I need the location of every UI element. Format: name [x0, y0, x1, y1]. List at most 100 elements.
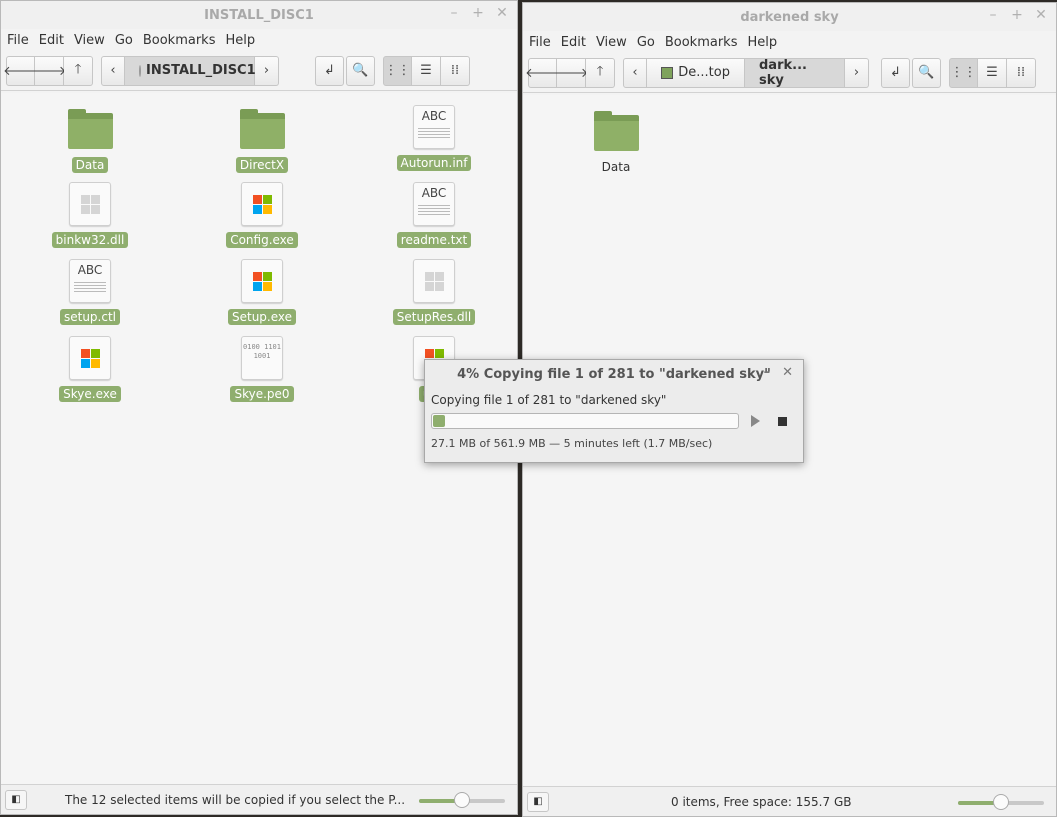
- cancel-icon[interactable]: [778, 416, 787, 426]
- up-button[interactable]: 🡑: [64, 55, 93, 86]
- list-view-icon: ☰: [420, 63, 432, 78]
- arrow-up-icon: 🡑: [596, 63, 604, 79]
- menu-help[interactable]: Help: [747, 35, 783, 50]
- file-name: readme.txt: [396, 232, 472, 248]
- grid-view-icon: ⋮⋮: [384, 63, 411, 78]
- crumb-install-disc[interactable]: INSTALL_DISC1: [125, 55, 256, 86]
- toggle-location-button[interactable]: ↲: [881, 57, 910, 88]
- file-item[interactable]: 0100 1101 1001 Skye.pe0: [207, 336, 317, 402]
- close-icon[interactable]: ✕: [782, 365, 793, 380]
- status-text: The 12 selected items will be copied if …: [65, 792, 406, 807]
- path-scroll-right-button[interactable]: ›: [845, 57, 869, 88]
- search-icon: 🔍: [918, 65, 935, 80]
- breadcrumb: ‹ De...top dark... sky ›: [623, 57, 869, 88]
- arrow-up-icon: 🡑: [74, 61, 82, 77]
- statusbar: ◧ 0 items, Free space: 155.7 GB: [523, 786, 1056, 816]
- toolbar: 🡐 🡒 🡑 ‹ INSTALL_DISC1 › ↲ 🔍 ⋮⋮ ☰ ⁞⁞: [1, 51, 517, 91]
- dialog-title: 4% Copying file 1 of 281 to "darkened sk…: [457, 366, 771, 382]
- file-item[interactable]: Skye.exe: [35, 336, 145, 402]
- file-item[interactable]: ABC readme.txt: [379, 182, 489, 248]
- toggle-sidebar-button[interactable]: ◧: [527, 791, 549, 812]
- titlebar[interactable]: darkened sky – + ✕: [523, 3, 1056, 31]
- path-scroll-left-button[interactable]: ‹: [101, 55, 125, 86]
- text-file-icon: ABC: [69, 259, 111, 303]
- menu-edit[interactable]: Edit: [39, 33, 70, 48]
- menu-view[interactable]: View: [596, 35, 633, 50]
- list-view-button[interactable]: ☰: [412, 55, 441, 86]
- toolbar: 🡐 🡒 🡑 ‹ De...top dark... sky › ↲ 🔍 ⋮⋮ ☰ …: [523, 53, 1056, 93]
- chevron-right-icon: ›: [853, 65, 860, 80]
- zoom-slider[interactable]: [958, 794, 1044, 810]
- compact-view-icon: ⁞⁞: [450, 63, 460, 78]
- menu-bookmarks[interactable]: Bookmarks: [143, 33, 222, 48]
- arrow-right-icon: 🡒: [553, 65, 589, 81]
- menu-view[interactable]: View: [74, 33, 111, 48]
- statusbar: ◧ The 12 selected items will be copied i…: [1, 784, 517, 814]
- optical-disc-icon: [139, 64, 141, 77]
- search-button[interactable]: 🔍: [912, 57, 941, 88]
- file-name: Setup.exe: [227, 309, 297, 325]
- status-text: 0 items, Free space: 155.7 GB: [671, 794, 852, 809]
- copy-progress-bar: [431, 413, 739, 429]
- menu-file[interactable]: File: [529, 35, 557, 50]
- toggle-sidebar-button[interactable]: ◧: [5, 789, 27, 810]
- file-item[interactable]: ABC setup.ctl: [35, 259, 145, 325]
- forward-button[interactable]: 🡒: [32, 55, 66, 86]
- desktop-icon: [661, 66, 674, 79]
- folder-icon: [68, 109, 113, 149]
- zoom-slider-handle[interactable]: [454, 792, 470, 808]
- file-operation-dialog: 4% Copying file 1 of 281 to "darkened sk…: [424, 359, 804, 463]
- close-icon[interactable]: ✕: [1034, 7, 1048, 23]
- menu-file[interactable]: File: [7, 33, 35, 48]
- icon-view-button[interactable]: ⋮⋮: [383, 55, 412, 86]
- forward-button[interactable]: 🡒: [553, 57, 589, 88]
- toggle-location-button[interactable]: ↲: [315, 55, 344, 86]
- zoom-slider[interactable]: [419, 792, 505, 808]
- list-view-button[interactable]: ☰: [978, 57, 1007, 88]
- file-name: Autorun.inf: [396, 155, 472, 171]
- resume-icon[interactable]: [751, 415, 760, 427]
- minimize-icon[interactable]: –: [986, 7, 1000, 23]
- sidebar-icon: ◧: [11, 794, 21, 805]
- compact-view-icon: ⁞⁞: [1016, 65, 1026, 80]
- menu-go[interactable]: Go: [115, 33, 139, 48]
- compact-view-button[interactable]: ⁞⁞: [441, 55, 470, 86]
- crumb-label: INSTALL_DISC1: [146, 63, 256, 78]
- search-button[interactable]: 🔍: [346, 55, 375, 86]
- up-button[interactable]: 🡑: [586, 57, 615, 88]
- minimize-icon[interactable]: –: [447, 5, 461, 21]
- windows-executable-icon: [241, 259, 283, 303]
- file-item[interactable]: ABC Autorun.inf: [379, 105, 489, 171]
- file-name: Data: [601, 160, 631, 174]
- menu-help[interactable]: Help: [225, 33, 261, 48]
- file-item[interactable]: DirectX: [207, 107, 317, 173]
- file-item[interactable]: Setup.exe: [207, 259, 317, 325]
- titlebar[interactable]: INSTALL_DISC1 – + ✕: [1, 1, 517, 29]
- menu-bookmarks[interactable]: Bookmarks: [665, 35, 744, 50]
- file-item[interactable]: Data: [35, 107, 145, 173]
- file-item[interactable]: Config.exe: [207, 182, 317, 248]
- file-name: Skye.pe0: [230, 386, 294, 402]
- crumb-label: De...top: [678, 65, 730, 80]
- menu-edit[interactable]: Edit: [561, 35, 592, 50]
- file-item[interactable]: binkw32.dll: [35, 182, 145, 248]
- minimize-icon[interactable]: –: [764, 365, 771, 380]
- maximize-icon[interactable]: +: [471, 5, 485, 21]
- dialog-titlebar[interactable]: 4% Copying file 1 of 281 to "darkened sk…: [425, 360, 803, 388]
- file-item[interactable]: SetupRes.dll: [379, 259, 489, 325]
- library-file-icon: [69, 182, 111, 226]
- compact-view-button[interactable]: ⁞⁞: [1007, 57, 1036, 88]
- binary-file-icon: 0100 1101 1001: [241, 336, 283, 380]
- menu-go[interactable]: Go: [637, 35, 661, 50]
- windows-executable-icon: [241, 182, 283, 226]
- crumb-desktop[interactable]: De...top: [647, 57, 745, 88]
- path-scroll-left-button[interactable]: ‹: [623, 57, 647, 88]
- breadcrumb: ‹ INSTALL_DISC1 ›: [101, 55, 279, 86]
- maximize-icon[interactable]: +: [1010, 7, 1024, 23]
- icon-view-button[interactable]: ⋮⋮: [949, 57, 978, 88]
- close-icon[interactable]: ✕: [495, 5, 509, 21]
- crumb-darkened-sky[interactable]: dark... sky: [745, 57, 845, 88]
- zoom-slider-handle[interactable]: [993, 794, 1009, 810]
- file-item[interactable]: Data: [561, 109, 671, 175]
- path-scroll-right-button[interactable]: ›: [255, 55, 279, 86]
